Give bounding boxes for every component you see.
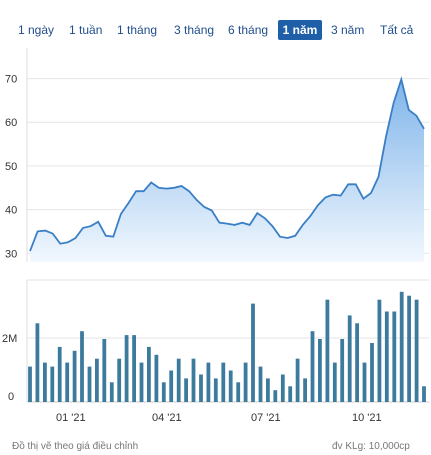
volume-bar	[95, 358, 99, 402]
volume-bar	[325, 299, 330, 402]
volume-bar	[340, 339, 345, 402]
volume-bar	[392, 311, 397, 402]
volume-bar	[384, 311, 389, 402]
volume-bar	[422, 386, 426, 402]
volume-bar	[236, 382, 241, 402]
volume-bar	[117, 358, 122, 402]
volume-bar	[318, 339, 322, 402]
volume-bar	[266, 378, 270, 402]
volume-bar	[213, 378, 218, 402]
volume-bar	[50, 366, 55, 402]
volume-tick-label: 0	[8, 391, 14, 403]
volume-bar	[191, 358, 196, 402]
volume-bar	[288, 386, 293, 402]
volume-bar	[154, 354, 159, 402]
price-tick-label: 40	[5, 205, 17, 217]
volume-bar	[228, 370, 233, 402]
volume-bar	[72, 350, 77, 402]
x-tick-label: 10 '21	[352, 412, 382, 424]
volume-bar	[28, 366, 32, 402]
volume-bar	[243, 362, 248, 402]
price-y-axis: 30 40 50 60 70	[5, 74, 17, 261]
volume-bar	[87, 366, 92, 402]
volume-bar	[414, 299, 419, 402]
volume-bar	[377, 299, 382, 402]
volume-bar	[251, 303, 255, 402]
price-tick-label: 70	[5, 74, 17, 86]
volume-bar	[273, 390, 278, 402]
volume-bar	[280, 374, 285, 402]
volume-bar	[258, 366, 263, 402]
volume-bar	[35, 323, 40, 402]
volume-bar	[139, 362, 144, 402]
volume-bar	[147, 346, 151, 402]
x-axis: 01 '21 04 '21 07 '21 10 '21	[56, 412, 382, 424]
volume-bar	[176, 358, 181, 402]
volume-bar	[370, 343, 374, 402]
footer-adjusted-price-note: Đồ thị vẽ theo giá điều chỉnh	[12, 441, 139, 452]
volume-bar	[102, 339, 107, 402]
volume-bar	[362, 362, 367, 402]
volume-bar	[295, 358, 300, 402]
volume-bar	[184, 378, 188, 402]
x-tick-label: 01 '21	[56, 412, 86, 424]
volume-bar	[161, 382, 166, 402]
footer-volume-unit: đv KLg: 10,000cp	[332, 441, 410, 452]
stock-chart: 30 40 50 60 70 2M 0 01 '21 04 '21 07 '21 10 …	[2, 48, 429, 424]
volume-bar	[65, 362, 70, 402]
volume-bar	[206, 362, 211, 402]
x-tick-label: 04 '21	[152, 412, 182, 424]
volume-bar	[407, 295, 411, 402]
volume-bar	[43, 362, 47, 402]
price-tick-label: 60	[5, 117, 17, 129]
volume-bar	[169, 370, 174, 402]
x-tick-label: 07 '21	[251, 412, 281, 424]
volume-bar	[80, 331, 84, 402]
volume-bar	[132, 335, 136, 402]
volume-bar	[109, 382, 114, 402]
price-tick-label: 30	[5, 248, 17, 260]
volume-bar	[303, 378, 307, 402]
volume-bar	[355, 323, 359, 402]
volume-bar	[399, 291, 404, 402]
volume-bar	[221, 362, 226, 402]
volume-bars	[28, 291, 426, 402]
volume-bar	[124, 335, 129, 402]
volume-bar	[57, 346, 62, 402]
volume-bar	[310, 331, 315, 402]
price-area-fill	[30, 79, 424, 263]
price-tick-label: 50	[5, 161, 17, 173]
volume-bar	[347, 315, 352, 402]
volume-bar	[332, 362, 337, 402]
volume-bar	[199, 374, 203, 402]
volume-tick-label: 2M	[2, 333, 17, 345]
